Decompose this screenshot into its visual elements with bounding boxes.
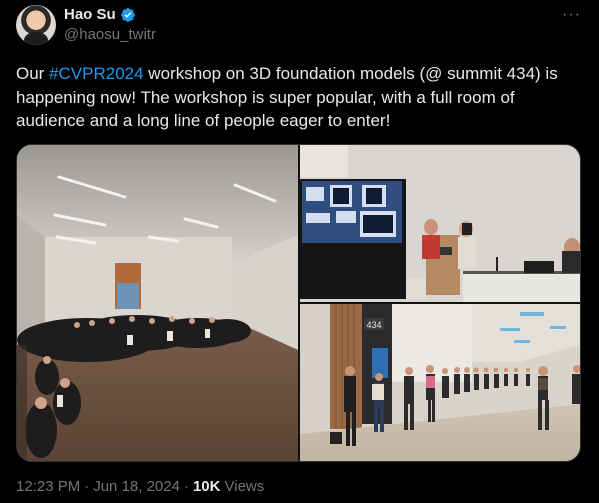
photo-speakers-podium[interactable] <box>300 145 580 302</box>
author-handle[interactable]: @haosu_twitr <box>64 26 156 43</box>
queue-corridor-image: 434 <box>300 304 580 461</box>
tweet-date[interactable]: Jun 18, 2024 <box>93 478 180 495</box>
author-name-row: Hao Su <box>64 6 136 23</box>
tweet-card: Hao Su @haosu_twitr ··· Our #CVPR2024 wo… <box>0 0 599 503</box>
more-options-button[interactable]: ··· <box>562 6 581 24</box>
verified-badge-icon <box>120 7 135 22</box>
room-number-sign: 434 <box>366 320 381 330</box>
photo-audience-room[interactable] <box>17 145 298 461</box>
tweet-meta: 12:23 PM · Jun 18, 2024 · 10K Views <box>16 478 264 495</box>
meta-separator: · <box>84 478 90 495</box>
audience-room-image <box>17 145 298 461</box>
tweet-time[interactable]: 12:23 PM <box>16 478 80 495</box>
speakers-podium-image <box>300 145 580 302</box>
tweet-text-intro: Our <box>16 64 50 83</box>
avatar[interactable] <box>16 5 56 45</box>
author-display-name[interactable]: Hao Su <box>64 6 116 23</box>
hashtag-link[interactable]: #CVPR2024 <box>49 64 144 83</box>
views-label: Views <box>224 478 265 495</box>
media-grid: 434 <box>16 144 581 462</box>
tweet-text: Our #CVPR2024 workshop on 3D foundation … <box>16 62 584 133</box>
views-count[interactable]: 10K <box>193 478 221 495</box>
meta-separator-2: · <box>183 478 189 495</box>
photo-queue-corridor[interactable]: 434 <box>300 304 580 461</box>
